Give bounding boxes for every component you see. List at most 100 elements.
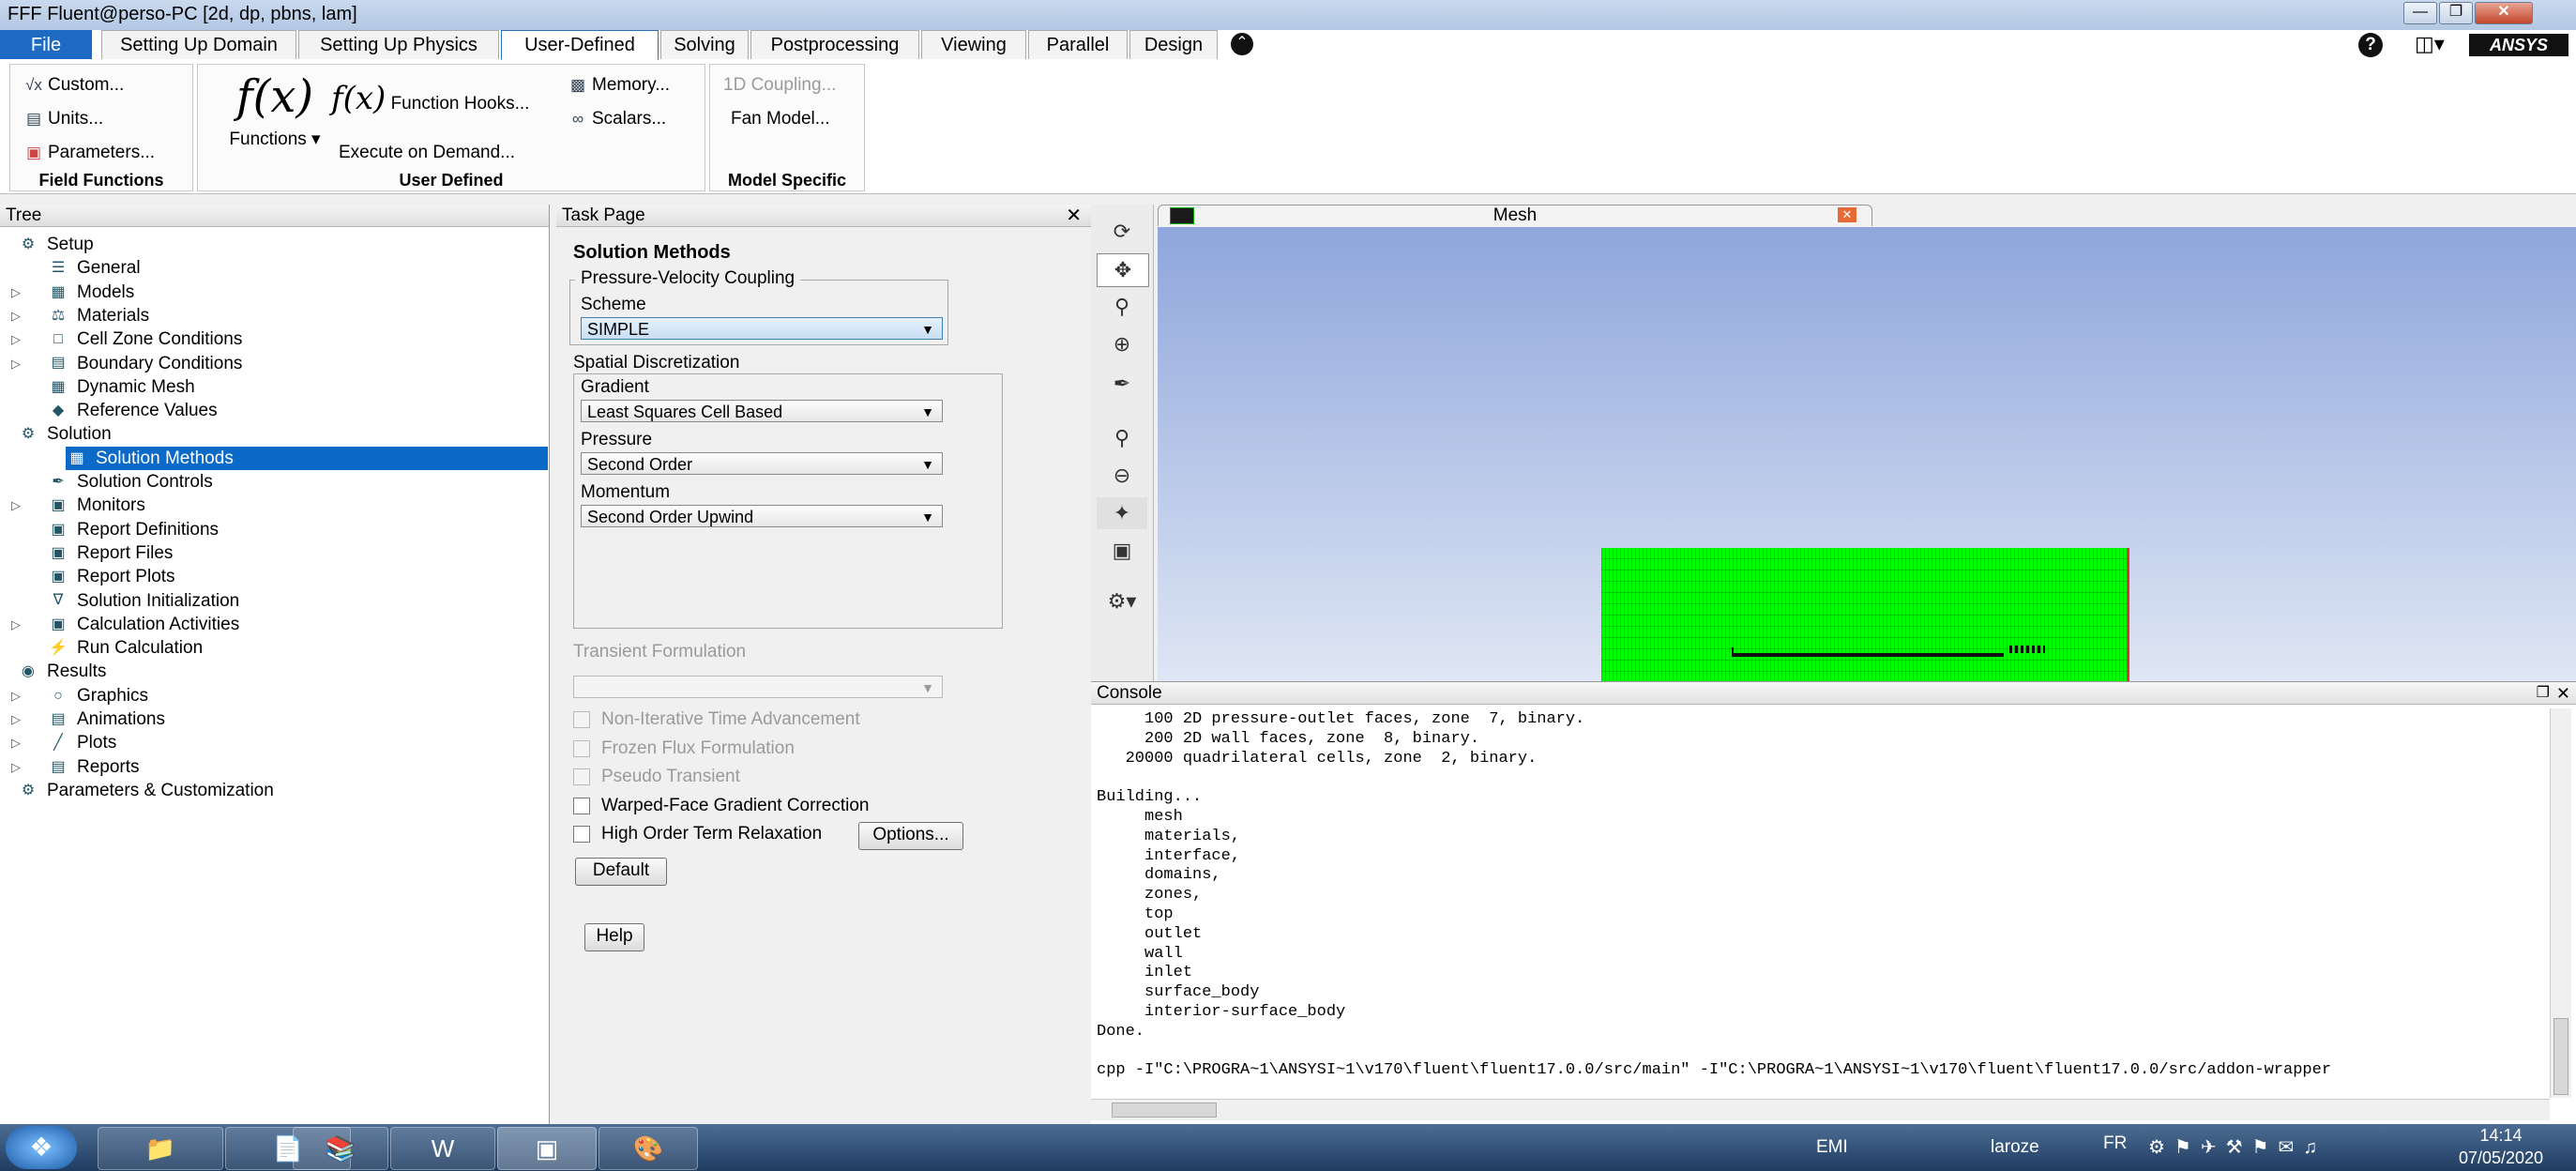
tab-setting-up-domain[interactable]: Setting Up Domain (101, 30, 296, 59)
minimize-button[interactable]: — (2403, 2, 2437, 24)
collapsed-arrow-icon[interactable]: ▷ (11, 707, 26, 731)
parameters-button[interactable]: ▣ Parameters... (23, 140, 155, 166)
rotate-icon[interactable]: ⟳ (1097, 216, 1147, 248)
input-language[interactable]: EMI (1816, 1137, 1848, 1158)
probe-icon[interactable]: ✒ (1097, 368, 1147, 400)
start-button[interactable]: ❖ (6, 1126, 77, 1169)
checkbox-box[interactable] (573, 797, 590, 814)
tree-item-graphics[interactable]: ▷ ○ Graphics (0, 684, 148, 707)
keyboard-language[interactable]: FR (2103, 1133, 2127, 1154)
tree-item-plots[interactable]: ▷ ╱ Plots (0, 731, 116, 754)
checkbox-box[interactable] (573, 768, 590, 785)
collapsed-arrow-icon[interactable]: ▷ (11, 494, 26, 517)
console-horizontal-scrollbar[interactable] (1091, 1099, 2550, 1120)
tree-item-materials[interactable]: ▷ ⚖ Materials (0, 304, 149, 327)
tree-item-reference-values[interactable]: ◆ Reference Values (0, 399, 218, 422)
word-taskbar-icon[interactable]: W (390, 1127, 495, 1170)
checkbox-warped-face-gradient-correction[interactable]: Warped-Face Gradient Correction (573, 794, 869, 818)
transient-formulation-dropdown[interactable]: ▼ (573, 676, 943, 698)
collapsed-arrow-icon[interactable]: ▷ (11, 731, 26, 754)
checkbox-pseudo-transient[interactable]: Pseudo Transient (573, 765, 740, 789)
function-hooks-button[interactable]: f(x) Function Hooks... (331, 83, 529, 114)
isometric-view-icon[interactable]: ✦ (1097, 497, 1147, 529)
help-button[interactable]: Help (584, 923, 644, 951)
tree-item-general[interactable]: ☰ General (0, 256, 141, 280)
scalars-button[interactable]: ∞ Scalars... (568, 106, 666, 132)
default-button[interactable]: Default (575, 858, 667, 886)
collapse-ribbon-icon[interactable]: ⌃ (1231, 33, 1253, 55)
memory-button[interactable]: ▩ Memory... (568, 72, 670, 99)
paint-taskbar-icon[interactable]: 🎨 (599, 1127, 698, 1170)
tree-item-dynamic-mesh[interactable]: ▦ Dynamic Mesh (0, 375, 194, 399)
tree-item-boundary-conditions[interactable]: ▷ ▤ Boundary Conditions (0, 352, 242, 375)
custom-button[interactable]: √x Custom... (23, 72, 124, 99)
explorer-taskbar-icon[interactable]: 📁 (98, 1127, 223, 1170)
tree-item-setup[interactable]: ◢⚙Setup (0, 233, 94, 256)
checkbox-high-order-term-relaxation[interactable]: High Order Term Relaxation (573, 822, 822, 846)
zoom-out-icon[interactable]: ⊖ (1097, 460, 1147, 492)
checkbox-box[interactable] (573, 826, 590, 843)
collapsed-arrow-icon[interactable]: ▷ (11, 327, 26, 351)
tab-user-defined[interactable]: User-Defined (501, 30, 659, 61)
float-window-icon[interactable]: ❐ (2537, 682, 2550, 705)
checkbox-box[interactable] (573, 739, 590, 757)
tree-item-cell-zone-conditions[interactable]: ▷ □ Cell Zone Conditions (0, 327, 242, 351)
tree-item-reports[interactable]: ▷ ▤ Reports (0, 755, 140, 779)
tree-item-run-calculation[interactable]: ⚡ Run Calculation (0, 636, 203, 660)
fluent-taskbar-icon[interactable]: ▣ (497, 1127, 597, 1170)
tab-parallel[interactable]: Parallel (1028, 30, 1128, 59)
scheme-dropdown[interactable]: SIMPLE ▼ (581, 317, 943, 340)
momentum-dropdown[interactable]: Second Order Upwind ▼ (581, 505, 943, 527)
layout-icon[interactable]: ◫▾ (2415, 32, 2445, 56)
graphics-canvas[interactable] (1158, 227, 2576, 784)
close-console-icon[interactable]: ✕ (2556, 682, 2570, 705)
tab-design[interactable]: Design (1129, 30, 1218, 59)
checkbox-box[interactable] (573, 711, 590, 728)
tree-item-solution-methods[interactable]: ▦ Solution Methods (66, 446, 548, 470)
tab-solving[interactable]: Solving (660, 30, 749, 59)
tree-item-parameters-customization[interactable]: ▷⚙Parameters & Customization (0, 779, 274, 802)
collapsed-arrow-icon[interactable]: ▷ (11, 613, 26, 636)
tree-item-solution[interactable]: ◢⚙Solution (0, 422, 112, 446)
camera-icon[interactable]: ▣ (1097, 535, 1147, 567)
restore-button[interactable]: ❐ (2439, 2, 2473, 24)
tree-item-report-plots[interactable]: ▣ Report Plots (0, 565, 174, 588)
console-vertical-scrollbar[interactable] (2550, 708, 2571, 1098)
1d-coupling-button[interactable]: 1D Coupling... (723, 72, 836, 99)
checkbox-frozen-flux-formulation[interactable]: Frozen Flux Formulation (573, 737, 795, 761)
collapsed-arrow-icon[interactable]: ▷ (11, 352, 26, 375)
zoom-in-icon[interactable]: ⚲ (1097, 291, 1147, 323)
tree-item-animations[interactable]: ▷ ▤ Animations (0, 707, 165, 731)
pressure-dropdown[interactable]: Second Order ▼ (581, 452, 943, 475)
tree-item-report-files[interactable]: ▣ Report Files (0, 541, 173, 565)
units-button[interactable]: ▤ Units... (23, 106, 103, 132)
tree-item-solution-initialization[interactable]: ∇ Solution Initialization (0, 589, 240, 613)
mesh-tab[interactable]: Mesh ✕ (1158, 205, 1872, 226)
zoom-box-icon[interactable]: ⊕ (1097, 328, 1147, 360)
execute-on-demand-button[interactable]: Execute on Demand... (339, 140, 515, 166)
system-tray-icons[interactable]: ⚙⚑✈⚒⚑✉♫ (2148, 1135, 2326, 1159)
tree-item-calculation-activities[interactable]: ▷ ▣ Calculation Activities (0, 613, 239, 636)
books-taskbar-icon[interactable]: 📚 (293, 1127, 388, 1170)
console-text[interactable]: 100 2D pressure-outlet faces, zone 7, bi… (1097, 710, 2546, 1095)
gradient-dropdown[interactable]: Least Squares Cell Based ▼ (581, 400, 943, 422)
fit-to-window-icon[interactable]: ⚲ (1097, 422, 1147, 454)
functions-button[interactable]: f(x) Functions ▾ (211, 70, 339, 172)
tree-item-models[interactable]: ▷ ▦ Models (0, 281, 134, 304)
tab-file[interactable]: File (0, 30, 92, 59)
tree-item-results[interactable]: ◢◉Results (0, 660, 106, 683)
fan-model-button[interactable]: Fan Model... (731, 106, 830, 132)
collapsed-arrow-icon[interactable]: ▷ (11, 684, 26, 707)
collapsed-arrow-icon[interactable]: ▷ (11, 755, 26, 779)
tab-postprocessing[interactable]: Postprocessing (750, 30, 919, 59)
close-mesh-tab-icon[interactable]: ✕ (1838, 207, 1856, 222)
tab-setting-up-physics[interactable]: Setting Up Physics (298, 30, 499, 59)
tree-item-solution-controls[interactable]: ✒ Solution Controls (0, 470, 212, 494)
view-options-icon[interactable]: ⚙▾ (1097, 586, 1147, 617)
help-icon[interactable]: ? (2358, 33, 2383, 57)
close-window-button[interactable]: ✕ (2475, 2, 2533, 24)
tree-item-monitors[interactable]: ▷ ▣ Monitors (0, 494, 145, 517)
tree-item-report-definitions[interactable]: ▣ Report Definitions (0, 518, 219, 541)
options-button[interactable]: Options... (858, 822, 963, 850)
checkbox-non-iterative-time-advancement[interactable]: Non-Iterative Time Advancement (573, 707, 860, 732)
